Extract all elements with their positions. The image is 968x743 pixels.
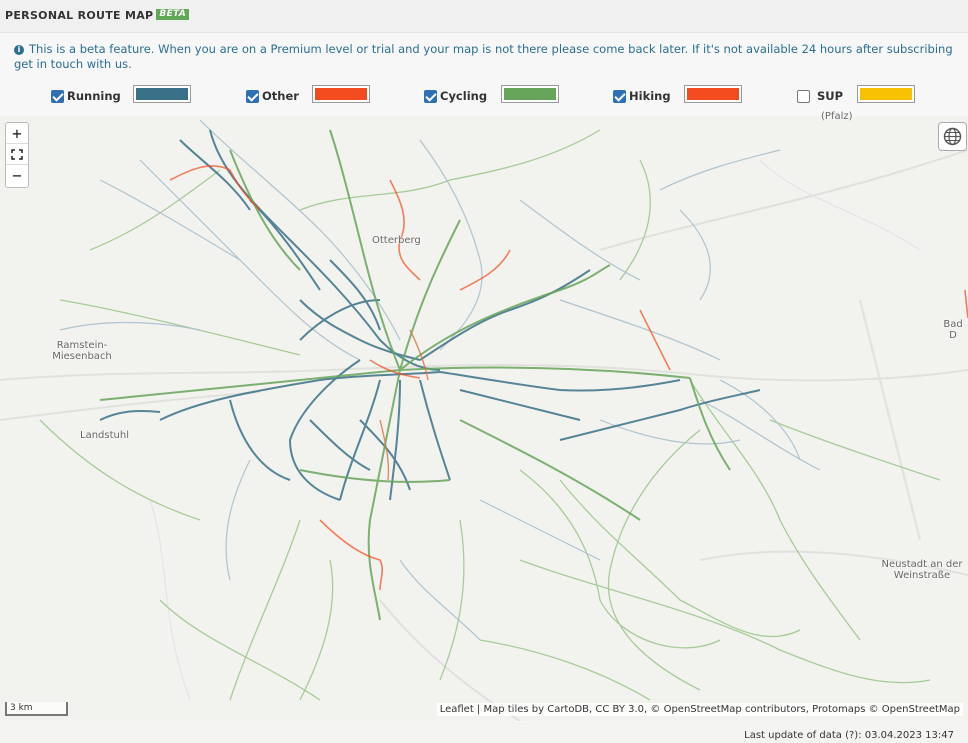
fullscreen-icon	[11, 149, 23, 160]
route-map[interactable]	[0, 116, 968, 721]
activity-legend: Running Other Cycling Hiking SUP	[0, 84, 968, 110]
running-color-swatch[interactable]	[133, 85, 191, 103]
other-label: Other	[262, 89, 299, 103]
running-label: Running	[67, 89, 121, 103]
place-label-otterberg: Otterberg	[372, 235, 421, 246]
base-roads	[0, 149, 968, 721]
title-bar: PERSONAL ROUTE MAP BETA	[0, 0, 968, 33]
last-update-text: Last update of data (?): 03.04.2023 13:4…	[744, 730, 954, 741]
place-label-ramstein: Ramstein-Miesenbach	[44, 340, 120, 362]
running-checkbox[interactable]	[51, 90, 64, 103]
panel-title: PERSONAL ROUTE MAP BETA	[5, 9, 190, 23]
zoom-control: + −	[5, 122, 29, 188]
hiking-checkbox[interactable]	[613, 90, 626, 103]
beta-badge: BETA	[156, 9, 190, 20]
other-color-swatch[interactable]	[312, 85, 370, 103]
place-label-neustadt-text: Neustadt an der Weinstraße	[881, 559, 963, 581]
sup-checkbox[interactable]	[797, 90, 810, 103]
hiking-routes	[169, 165, 968, 591]
place-label-pfalz: (Pfalz)	[821, 111, 853, 122]
map-attribution: Leaflet | Map tiles by CartoDB, CC BY 3.…	[436, 703, 963, 716]
zoom-out-button[interactable]: −	[6, 165, 28, 186]
cycling-checkbox[interactable]	[424, 90, 437, 103]
route-map-panel: PERSONAL ROUTE MAP BETA i This is a beta f…	[0, 0, 968, 743]
map-canvas	[0, 119, 968, 721]
title-text: PERSONAL ROUTE MAP	[5, 9, 154, 22]
info-icon: i	[14, 45, 24, 55]
sup-label: SUP	[817, 89, 844, 103]
place-label-bad-d: Bad D	[943, 319, 963, 341]
beta-info-message: i This is a beta feature. When you are on…	[14, 42, 959, 72]
info-text: This is a beta feature. When you are on …	[14, 42, 953, 71]
cycling-routes-light	[39, 129, 941, 701]
place-label-landstuhl: Landstuhl	[80, 430, 129, 441]
layers-button[interactable]	[938, 122, 967, 151]
other-checkbox[interactable]	[246, 90, 259, 103]
hiking-color-swatch[interactable]	[684, 85, 742, 103]
running-routes-light	[59, 119, 821, 641]
hiking-label: Hiking	[629, 89, 671, 103]
cycling-routes	[99, 129, 731, 621]
map-scale: 3 km	[5, 702, 68, 716]
sup-color-swatch[interactable]	[857, 85, 915, 103]
cycling-color-swatch[interactable]	[501, 85, 559, 103]
other-routes	[379, 329, 429, 481]
globe-icon	[943, 127, 962, 146]
zoom-in-button[interactable]: +	[6, 123, 28, 144]
place-label-ramstein-text: Ramstein-Miesenbach	[52, 340, 112, 362]
place-label-neustadt: Neustadt an der Weinstraße	[880, 559, 964, 581]
cycling-label: Cycling	[440, 89, 488, 103]
base-rivers	[149, 159, 921, 701]
fullscreen-button[interactable]	[6, 144, 28, 165]
